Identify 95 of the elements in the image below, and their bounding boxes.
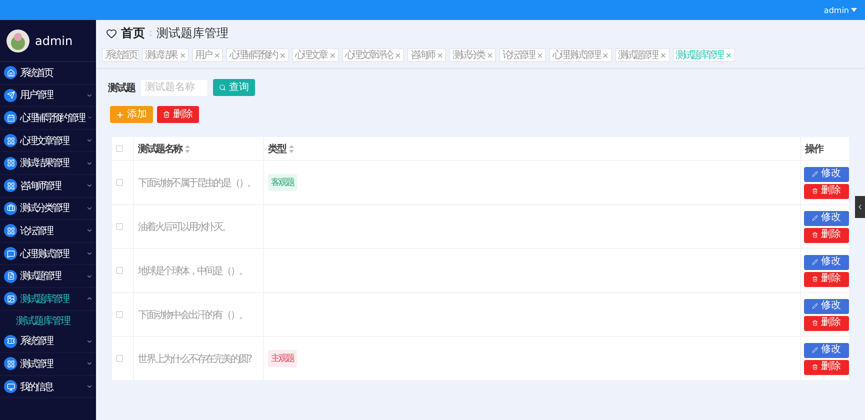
- edit-button[interactable]: 修改: [804, 298, 849, 314]
- submenu-item[interactable]: 测试题库管理: [16, 314, 70, 328]
- trash-icon: [812, 364, 818, 370]
- collapse-handle[interactable]: [855, 196, 865, 218]
- trash-icon: [812, 188, 818, 194]
- page-tab[interactable]: 心理辅导预约 ×: [226, 48, 289, 62]
- sidebar-item[interactable]: 用户管理: [20, 88, 83, 102]
- delete-button[interactable]: 删除: [804, 360, 849, 374]
- row-checkbox[interactable]: [116, 223, 123, 230]
- home-icon: [4, 66, 17, 80]
- page-tab[interactable]: 心理文章 ×: [292, 48, 339, 62]
- briefcase-icon: [4, 202, 17, 215]
- pencil-icon: [812, 215, 818, 221]
- trash-icon: [812, 276, 818, 282]
- sidebar-item[interactable]: 测试题管理: [20, 269, 83, 284]
- sidebar-item[interactable]: 测试管理: [20, 356, 83, 371]
- edit-button[interactable]: 修改: [804, 210, 849, 226]
- grid-icon: [4, 357, 17, 370]
- document-icon: [4, 270, 17, 283]
- calendar-icon: [4, 111, 17, 124]
- row-checkbox[interactable]: [116, 311, 123, 318]
- delete-button[interactable]: 删除: [804, 272, 849, 286]
- chevron-left-icon: [856, 203, 864, 211]
- page-tab[interactable]: 测试结果 ×: [142, 48, 190, 62]
- page-tab[interactable]: 咨询师 ×: [407, 48, 446, 62]
- heart-icon: [106, 28, 117, 39]
- table-cell-text: 油着火后可以用水扑灭。: [138, 220, 230, 234]
- monitor-icon: [4, 380, 17, 394]
- edit-button[interactable]: 修改: [804, 166, 849, 182]
- delete-button[interactable]: 删除: [804, 316, 849, 330]
- ticket-icon: [4, 334, 17, 348]
- sort-icon: [288, 144, 294, 152]
- page-tab[interactable]: 论坛管理 ×: [499, 48, 546, 62]
- table-cell-text: 下面动物中会出汗的有（）。: [138, 308, 248, 322]
- plus-icon: [116, 110, 124, 118]
- sidebar-item[interactable]: 系统管理: [20, 334, 83, 348]
- grid-icon: [4, 134, 17, 148]
- image-icon: [4, 292, 17, 306]
- type-tag: 客观题: [268, 174, 296, 191]
- sidebar-item[interactable]: 咨询师管理: [20, 178, 83, 193]
- sort-icon: [185, 144, 190, 152]
- sidebar-item[interactable]: 系统首页: [20, 66, 93, 80]
- column-header[interactable]: 类型: [268, 142, 286, 156]
- user-menu[interactable]: admin: [824, 6, 849, 14]
- table-cell-text: 地球是个球体，中间是（）。: [138, 264, 248, 278]
- type-tag: 主观题: [268, 350, 296, 367]
- sidebar-item[interactable]: 论坛管理: [20, 224, 83, 238]
- pencil-icon: [812, 347, 818, 353]
- sidebar-item[interactable]: 心理测试管理: [20, 246, 83, 261]
- breadcrumb-home[interactable]: 首页: [121, 25, 145, 42]
- table-cell-text: 世界上为什么不存在完美的圆?: [138, 352, 251, 366]
- profile-name: admin: [35, 34, 73, 48]
- grid-icon: [4, 179, 17, 192]
- row-checkbox[interactable]: [116, 179, 123, 186]
- sidebar-item[interactable]: 心理文章管理: [20, 134, 83, 148]
- chat-icon: [4, 247, 17, 260]
- delete-button[interactable]: 删除: [157, 106, 199, 123]
- search-label: 测试题: [108, 82, 135, 94]
- page-tab[interactable]: 系统首页: [102, 48, 140, 62]
- sidebar-item[interactable]: 我的信息: [20, 380, 83, 394]
- delete-button[interactable]: 删除: [804, 184, 849, 198]
- sidebar-item[interactable]: 测试题库管理: [20, 292, 83, 306]
- sidebar-item[interactable]: 心理辅导预约管理: [20, 110, 84, 125]
- row-checkbox[interactable]: [116, 267, 123, 274]
- edit-button[interactable]: 修改: [804, 254, 849, 270]
- page-tab[interactable]: 用户 ×: [192, 48, 224, 62]
- breadcrumb-separator: :: [149, 28, 152, 39]
- caret-icon: [851, 8, 857, 12]
- search-field[interactable]: 测试题名称: [141, 80, 207, 96]
- page-tab[interactable]: 测试分类 ×: [449, 48, 496, 62]
- edit-button[interactable]: 修改: [804, 342, 849, 358]
- avatar: [6, 28, 30, 52]
- trash-icon: [812, 320, 818, 326]
- column-header: 操作: [805, 142, 823, 156]
- paper-plane-icon: [4, 88, 17, 102]
- breadcrumb-current: 测试题库管理: [156, 25, 228, 42]
- sidebar-item[interactable]: 测试分类管理: [20, 201, 83, 216]
- trash-icon: [163, 111, 170, 118]
- search-icon: [219, 84, 226, 91]
- table-cell-text: 下面动物不属于昆虫的是（）。: [138, 176, 256, 190]
- pencil-icon: [812, 259, 818, 265]
- pencil-icon: [812, 303, 818, 309]
- grid-icon: [4, 224, 17, 238]
- page-tab[interactable]: 心理文章评论 ×: [342, 48, 404, 62]
- search-button[interactable]: 查询: [213, 79, 255, 96]
- row-checkbox[interactable]: [116, 355, 123, 362]
- trash-icon: [812, 232, 818, 238]
- pencil-icon: [812, 171, 818, 177]
- column-header[interactable]: 测试题名称: [138, 142, 182, 156]
- grid-icon: [4, 156, 17, 170]
- page-tab[interactable]: 测试题管理 ×: [614, 48, 670, 62]
- delete-button[interactable]: 删除: [804, 228, 849, 242]
- select-all-checkbox[interactable]: [116, 145, 123, 152]
- page-tab[interactable]: 心理测试管理 ×: [549, 48, 612, 62]
- sidebar-item[interactable]: 测试结果管理: [20, 156, 83, 170]
